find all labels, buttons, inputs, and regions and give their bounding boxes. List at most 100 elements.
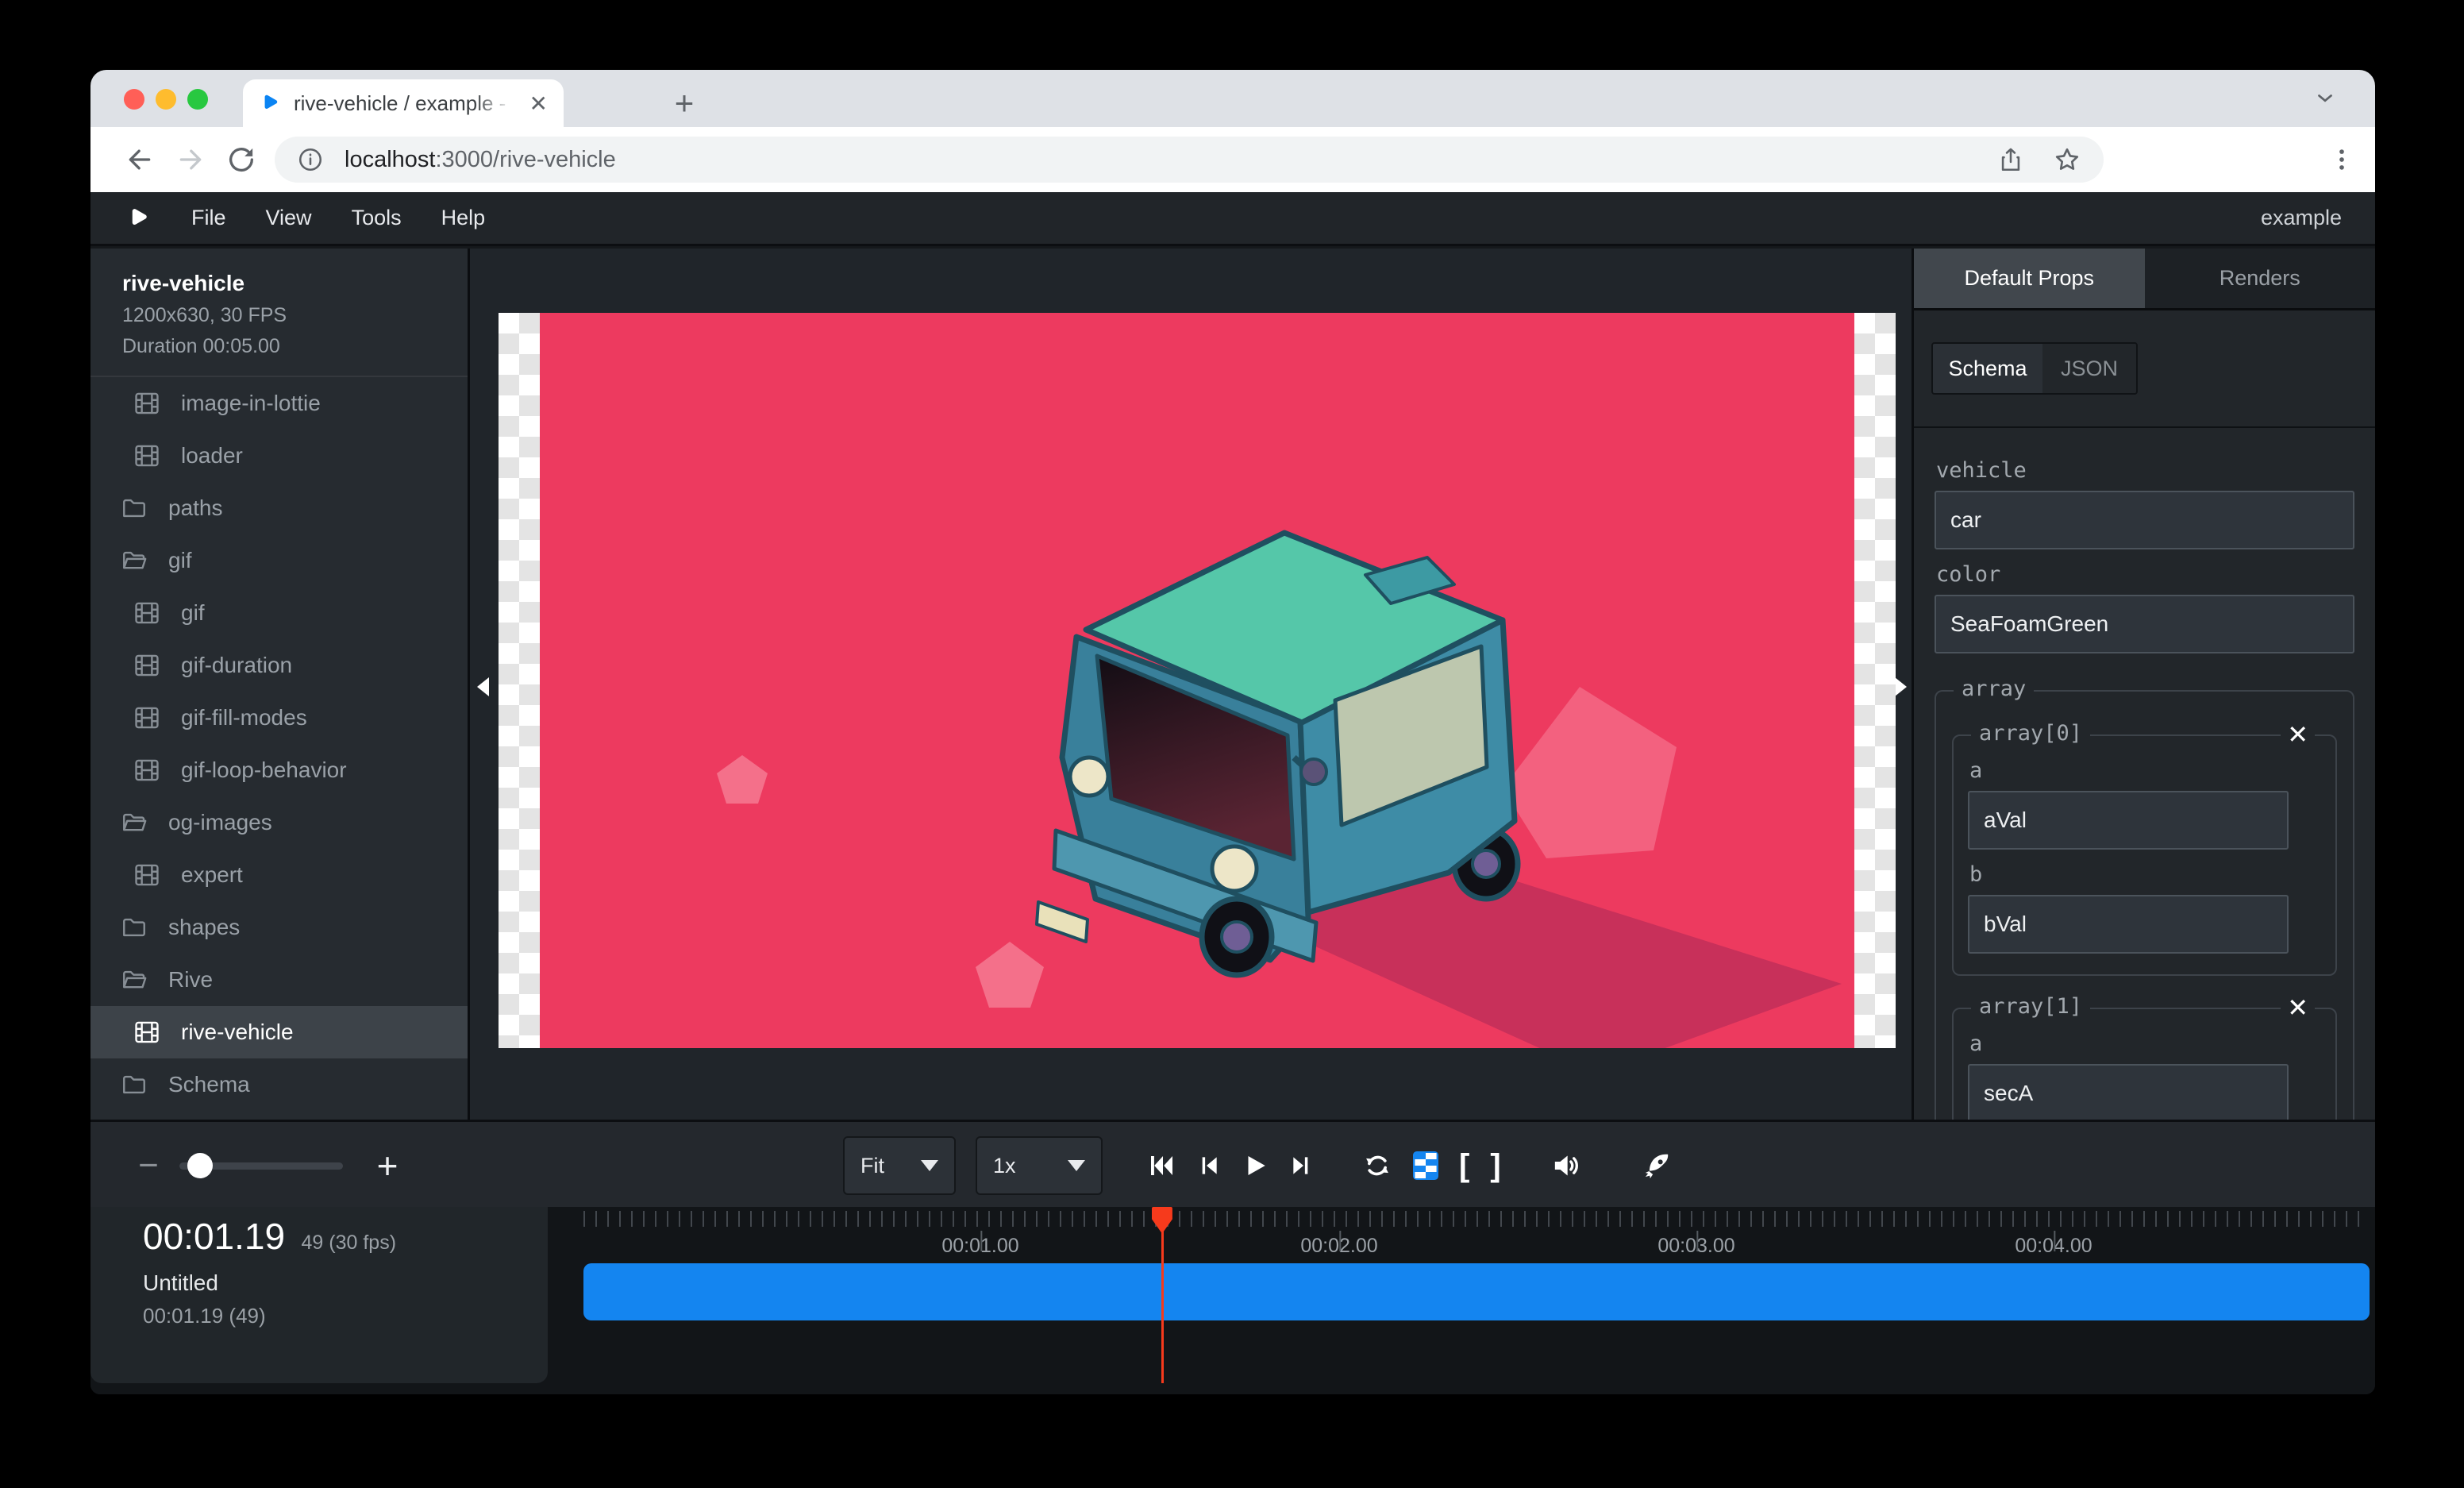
app-content: rive-vehicle 1200x630, 30 FPS Duration 0… (90, 249, 2375, 1120)
track-range: 00:01.19 (49) (143, 1304, 548, 1328)
pentagon-bottom (976, 942, 1044, 1008)
sidebar-item-paths[interactable]: paths (90, 482, 468, 534)
previous-frame-icon[interactable] (1195, 1153, 1221, 1178)
vehicle-illustration (540, 313, 1854, 1048)
array-item-1: array[1] ✕ a secA b (1952, 1008, 2337, 1120)
sidebar-item-gif-folder[interactable]: gif (90, 534, 468, 587)
forward-icon[interactable] (171, 141, 210, 179)
sidebar-item-og-images[interactable]: og-images (90, 796, 468, 849)
array0-a-input[interactable]: aVal (1968, 791, 2289, 850)
share-icon[interactable] (1997, 146, 2024, 173)
browser-window: rive-vehicle / example - Remoti ✕ + (90, 70, 2375, 1394)
props-tabs: Default Props Renders (1914, 249, 2375, 310)
tab-strip: rive-vehicle / example - Remoti ✕ + (90, 70, 2375, 127)
sidebar-item-loader[interactable]: loader (90, 430, 468, 482)
collapse-left-panel-icon[interactable] (477, 677, 489, 696)
canvas-zoom-control: − + (129, 1122, 410, 1209)
project-label: example (2261, 206, 2342, 230)
field-label-vehicle: vehicle (1936, 458, 2354, 483)
transport-bar: − + Fit 1x (90, 1120, 2375, 1207)
timeline-ruler[interactable]: 00:01.00 00:02.00 00:03.00 00:04.00 (583, 1211, 2370, 1227)
window-zoom-icon[interactable] (187, 89, 208, 110)
jump-to-end-icon[interactable] (1289, 1153, 1315, 1178)
transparency-checkerboard-left (499, 313, 540, 1048)
pentagon-left (717, 755, 768, 804)
zoom-out-button[interactable]: − (129, 1146, 168, 1185)
composition-frame (540, 313, 1854, 1048)
array-legend: array (1954, 677, 2034, 701)
timeline-track[interactable] (583, 1263, 2370, 1320)
desktop: rive-vehicle / example - Remoti ✕ + (0, 0, 2464, 1488)
window-close-icon[interactable] (124, 89, 144, 110)
sidebar-item-rive-vehicle[interactable]: rive-vehicle (90, 1006, 468, 1058)
array0-b-input[interactable]: bVal (1968, 895, 2289, 954)
zoom-in-button[interactable]: + (365, 1144, 410, 1187)
render-rocket-icon[interactable] (1641, 1150, 1673, 1182)
url-bar[interactable]: localhost:3000/rive-vehicle (275, 137, 2104, 183)
format-toggle-row: Schema JSON (1914, 310, 2375, 428)
window-minimize-icon[interactable] (156, 89, 176, 110)
transparency-checkerboard-right (1854, 313, 1896, 1048)
tab-search-chevron-icon[interactable] (2313, 86, 2337, 110)
array-item-0: array[0] ✕ a aVal b bVal (1952, 734, 2337, 976)
mark-in-icon[interactable]: [ (1459, 1150, 1469, 1182)
composition-canvas[interactable] (499, 313, 1896, 1048)
reload-icon[interactable] (222, 141, 260, 179)
frame-info: 49 (30 fps) (302, 1232, 397, 1254)
sidebar-item-rive[interactable]: Rive (90, 954, 468, 1006)
sidebar-item-gif[interactable]: gif (90, 587, 468, 639)
preview-area (472, 249, 1912, 1120)
track-name[interactable]: Untitled (143, 1270, 548, 1296)
tab-close-icon[interactable]: ✕ (529, 91, 548, 117)
browser-tab[interactable]: rive-vehicle / example - Remoti ✕ (243, 79, 564, 127)
menu-file[interactable]: File (171, 206, 246, 230)
sidebar-item-image-in-lottie[interactable]: image-in-lottie (90, 377, 468, 430)
tab-default-props[interactable]: Default Props (1914, 249, 2145, 308)
app-menu-bar: File View Tools Help example (90, 192, 2375, 246)
menu-view[interactable]: View (246, 206, 332, 230)
site-info-icon[interactable] (297, 146, 324, 173)
composition-dimensions: 1200x630, 30 FPS (122, 304, 468, 327)
mark-out-icon[interactable]: ] (1490, 1150, 1500, 1182)
toggle-schema[interactable]: Schema (1933, 344, 2042, 393)
remotion-logo-icon[interactable] (125, 206, 149, 230)
back-icon[interactable] (121, 141, 159, 179)
bookmark-star-icon[interactable] (2053, 145, 2081, 174)
chevron-down-icon (921, 1160, 938, 1171)
timeline: 00:01.19 49 (30 fps) Untitled 00:01.19 (… (90, 1207, 2375, 1394)
current-time: 00:01.19 (143, 1215, 285, 1258)
sidebar-item-expert[interactable]: expert (90, 849, 468, 901)
volume-icon[interactable] (1550, 1150, 1582, 1182)
zoom-slider[interactable] (179, 1162, 343, 1170)
project-info: rive-vehicle 1200x630, 30 FPS Duration 0… (90, 249, 468, 377)
playhead-handle[interactable] (1152, 1207, 1173, 1236)
sidebar-item-shapes[interactable]: shapes (90, 901, 468, 954)
remove-item-icon[interactable]: ✕ (2281, 992, 2315, 1023)
tab-renders[interactable]: Renders (2145, 249, 2376, 308)
sidebar-item-gif-fill-modes[interactable]: gif-fill-modes (90, 692, 468, 744)
transparency-checkerboard-icon[interactable] (1413, 1151, 1438, 1180)
browser-menu-icon[interactable] (2323, 141, 2361, 179)
collapse-right-panel-icon[interactable] (1895, 677, 1907, 696)
props-panel: Default Props Renders Schema JSON vehicl… (1912, 249, 2375, 1120)
film-icon-label: image-in-lottie (181, 391, 321, 416)
play-icon[interactable] (1242, 1152, 1269, 1179)
array1-a-input[interactable]: secA (1968, 1064, 2289, 1120)
sidebar-item-schema[interactable]: Schema (90, 1058, 468, 1111)
menu-help[interactable]: Help (422, 206, 506, 230)
toggle-json[interactable]: JSON (2042, 344, 2136, 393)
timeline-info-panel: 00:01.19 49 (30 fps) Untitled 00:01.19 (… (90, 1207, 548, 1383)
loop-icon[interactable] (1362, 1151, 1392, 1181)
sidebar-item-gif-loop-behavior[interactable]: gif-loop-behavior (90, 744, 468, 796)
field-input-vehicle[interactable]: car (1935, 491, 2354, 549)
menu-tools[interactable]: Tools (332, 206, 422, 230)
sidebar-item-gif-duration[interactable]: gif-duration (90, 639, 468, 692)
speed-select[interactable]: 1x (976, 1136, 1103, 1195)
field-input-color[interactable]: SeaFoamGreen (1935, 595, 2354, 653)
size-select[interactable]: Fit (843, 1136, 956, 1195)
remove-item-icon[interactable]: ✕ (2281, 719, 2315, 750)
new-tab-button[interactable]: + (662, 81, 706, 125)
zoom-slider-knob[interactable] (187, 1153, 213, 1178)
pentagon-right (1503, 687, 1677, 858)
jump-to-start-icon[interactable] (1146, 1151, 1175, 1180)
